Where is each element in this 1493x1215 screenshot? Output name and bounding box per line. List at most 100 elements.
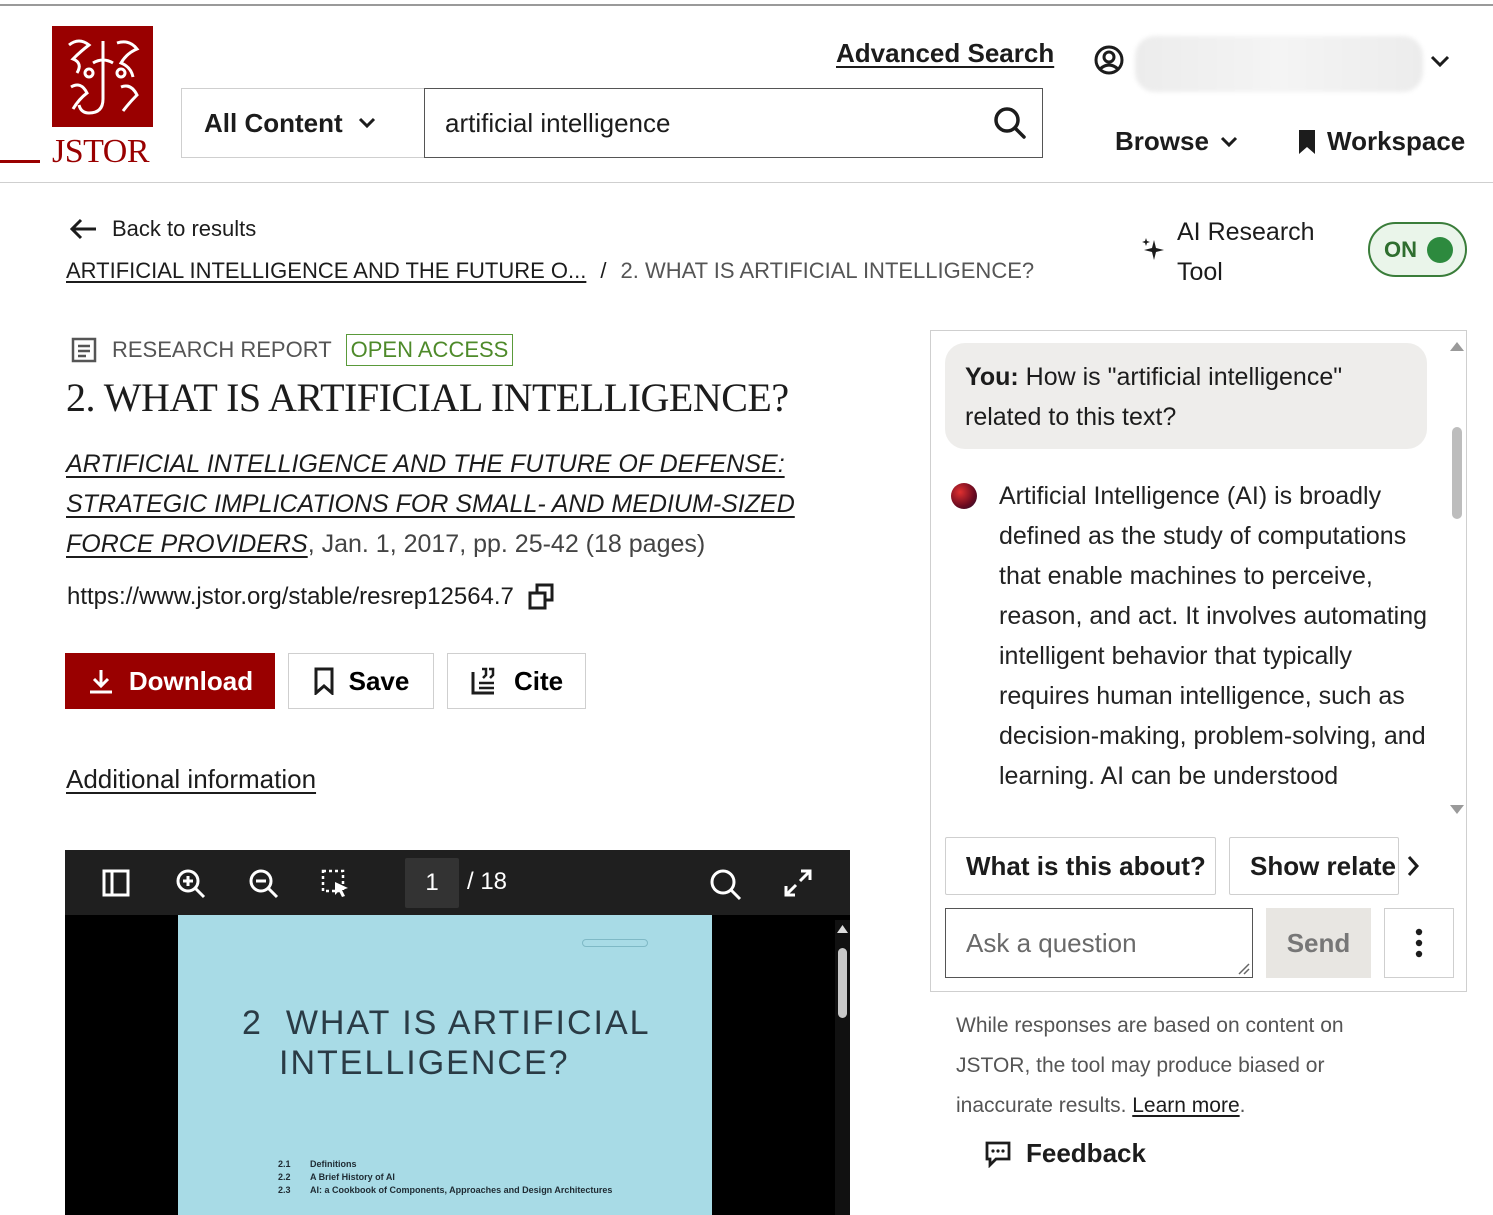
chat-history: You: How is "artificial intelligence" re… (931, 331, 1451, 831)
pdf-viewer: 1 / 18 2 WHAT IS ARTIFICIAL INTELLIGENCE… (65, 850, 850, 1215)
account-chevron-down-icon[interactable] (1428, 52, 1452, 70)
feedback-button[interactable]: Feedback (984, 1138, 1146, 1169)
send-button[interactable]: Send (1266, 908, 1371, 978)
item-type-row: RESEARCH REPORT OPEN ACCESS (70, 334, 514, 366)
feedback-icon (985, 1141, 1011, 1168)
document-icon (71, 337, 97, 363)
page-title: 2. WHAT IS ARTIFICIAL INTELLIGENCE? (66, 375, 789, 420)
jstor-logo[interactable]: JSTOR (52, 26, 156, 170)
viewer-scrollbar[interactable] (835, 920, 850, 1215)
save-label: Save (348, 665, 410, 696)
scroll-down-arrow-icon[interactable] (1448, 803, 1466, 817)
additional-information-link[interactable]: Additional information (66, 764, 316, 795)
ai-avatar-icon (951, 483, 977, 509)
toc-item: 2.2 A Brief History of AI (278, 1172, 395, 1182)
content-filter-label: All Content (204, 107, 343, 138)
user-account-icon[interactable] (1093, 44, 1125, 76)
pdf-page-title: 2 WHAT IS ARTIFICIAL INTELLIGENCE? (242, 1003, 651, 1083)
ai-research-tool-label: AI Research Tool (1177, 212, 1337, 292)
chevron-down-icon (358, 117, 375, 129)
breadcrumb-parent-link[interactable]: ARTIFICIAL INTELLIGENCE AND THE FUTURE O… (66, 258, 586, 284)
breadcrumb: ARTIFICIAL INTELLIGENCE AND THE FUTURE O… (66, 258, 1034, 284)
source-meta: , Jan. 1, 2017, pp. 25-42 (18 pages) (307, 530, 706, 558)
pdf-title-line1: WHAT IS ARTIFICIAL (285, 1004, 651, 1042)
pdf-page-tag (582, 939, 648, 947)
stable-url: https://www.jstor.org/stable/resrep12564… (67, 583, 514, 610)
chat-scroll-thumb[interactable] (1452, 427, 1462, 519)
content-filter-dropdown[interactable]: All Content (181, 88, 424, 158)
toc-item: 2.1 Definitions (278, 1159, 357, 1169)
zoom-out-icon[interactable] (248, 868, 280, 900)
bookmark-outline-icon (314, 667, 334, 695)
breadcrumb-current: 2. WHAT IS ARTIFICIAL INTELLIGENCE? (620, 258, 1035, 283)
search-input[interactable] (445, 107, 965, 139)
chevron-right-icon[interactable] (1403, 853, 1423, 879)
workspace-label: Workspace (1327, 126, 1466, 156)
pdf-title-line2: INTELLIGENCE? (279, 1044, 570, 1082)
more-vertical-icon (1415, 928, 1423, 958)
pdf-toc: 2.1 Definitions 2.2 A Brief History of AI … (278, 1158, 612, 1197)
ask-question-input[interactable] (966, 927, 1236, 959)
download-label: Download (128, 665, 254, 696)
ai-response: Artificial Intelligence (AI) is broadly … (999, 482, 1428, 790)
search-box (424, 88, 1043, 158)
advanced-search-link[interactable]: Advanced Search (836, 38, 1054, 69)
chevron-down-icon (1220, 136, 1237, 147)
chat-scrollbar[interactable] (1446, 337, 1466, 823)
you-label: You: (965, 363, 1019, 391)
quote-icon (471, 667, 495, 695)
pdf-page[interactable]: 2 WHAT IS ARTIFICIAL INTELLIGENCE? 2.1 De… (178, 915, 712, 1215)
page-total: / 18 (467, 868, 508, 895)
sparkle-icon (1142, 238, 1164, 260)
cite-label: Cite (513, 665, 564, 696)
resize-grip-icon[interactable] (1236, 961, 1250, 975)
scroll-up-arrow-icon[interactable] (835, 922, 850, 936)
viewer-scroll-thumb[interactable] (838, 948, 847, 1018)
page-number-input[interactable]: 1 (405, 858, 459, 908)
toggle-knob (1427, 236, 1453, 263)
user-name-blurred[interactable] (1135, 36, 1423, 92)
back-label: Back to results (112, 216, 257, 241)
copy-icon[interactable] (526, 582, 556, 612)
scroll-up-arrow-icon[interactable] (1448, 339, 1466, 353)
header-divider (0, 182, 1493, 183)
ai-tool-toggle[interactable]: ON (1368, 222, 1467, 277)
viewer-search-icon[interactable] (709, 868, 743, 902)
ai-label-line2: Tool (1177, 258, 1223, 286)
open-access-badge: OPEN ACCESS (345, 334, 514, 366)
sidebar-toggle-icon[interactable] (101, 868, 131, 898)
jstor-logo-emblem-icon (52, 26, 153, 127)
logo-wordmark: JSTOR (52, 133, 150, 170)
ai-label-line1: AI Research (1177, 218, 1315, 246)
browse-menu[interactable]: Browse (1115, 126, 1239, 157)
select-tool-icon[interactable] (320, 868, 352, 900)
brand-accent (0, 160, 40, 163)
feedback-label: Feedback (1026, 1138, 1146, 1168)
ai-chat-panel: You: How is "artificial intelligence" re… (930, 330, 1467, 992)
download-button[interactable]: Download (65, 653, 275, 709)
source-citation: ARTIFICIAL INTELLIGENCE AND THE FUTURE O… (66, 444, 846, 564)
zoom-in-icon[interactable] (175, 868, 207, 900)
save-button[interactable]: Save (288, 653, 434, 709)
suggestion-show-related[interactable]: Show relate (1229, 837, 1399, 895)
current-page: 1 (425, 869, 439, 896)
search-icon[interactable] (992, 105, 1028, 141)
more-options-button[interactable] (1384, 908, 1454, 978)
top-border (0, 4, 1493, 6)
pdf-chapter-number: 2 (242, 1004, 263, 1042)
download-icon (89, 670, 112, 694)
toggle-state: ON (1384, 236, 1417, 262)
ask-question-box (945, 908, 1253, 978)
learn-more-link[interactable]: Learn more (1132, 1094, 1239, 1117)
arrow-left-icon (69, 218, 96, 240)
workspace-link[interactable]: Workspace (1297, 126, 1465, 157)
toc-item: 2.3 AI: a Cookbook of Components, Approac… (278, 1185, 613, 1195)
fullscreen-icon[interactable] (783, 868, 813, 898)
cite-button[interactable]: Cite (447, 653, 586, 709)
user-question: How is "artificial intelligence" related… (965, 363, 1343, 431)
suggestion-what-is-this-about[interactable]: What is this about? (945, 837, 1216, 895)
back-to-results-link[interactable]: Back to results (68, 216, 256, 242)
user-message: You: How is "artificial intelligence" re… (945, 343, 1427, 449)
bookmark-icon (1299, 129, 1315, 154)
browse-label: Browse (1115, 126, 1209, 156)
